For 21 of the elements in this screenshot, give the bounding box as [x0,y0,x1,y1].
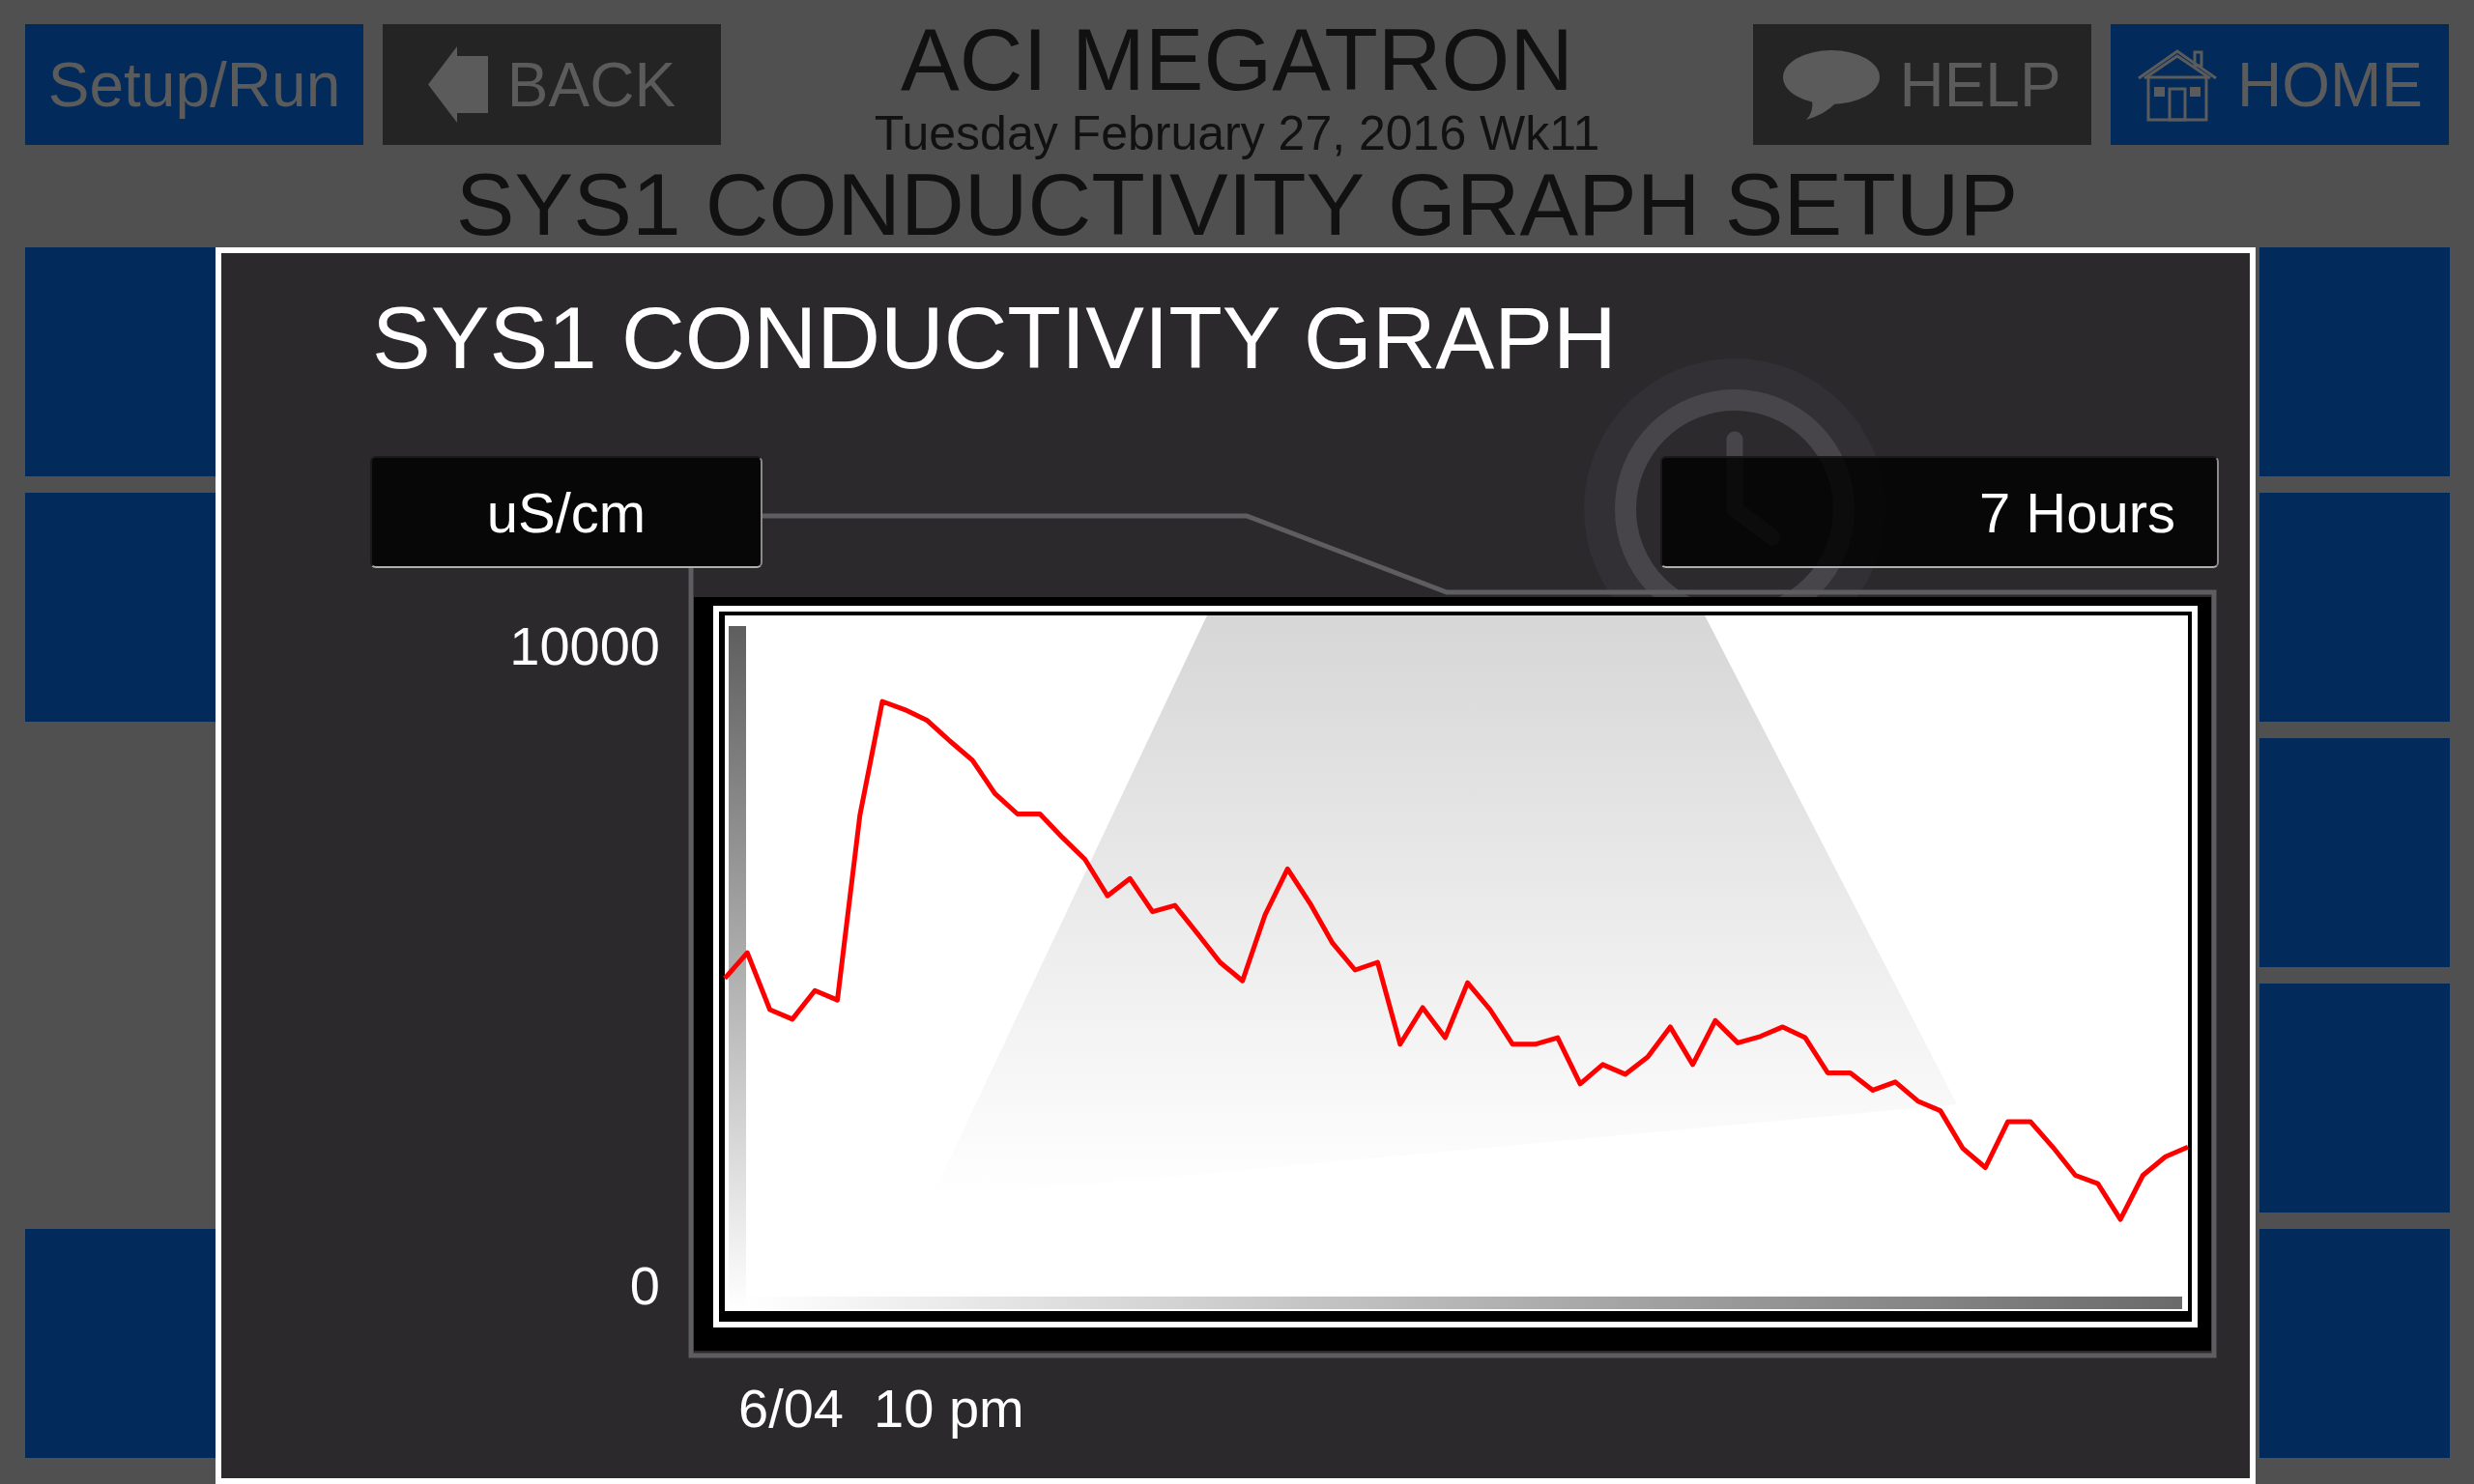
y-axis-label: 10000 [509,615,660,677]
unit-selector[interactable]: uS/cm [370,456,762,568]
house-icon [2137,47,2218,122]
dialog-title: SYS1 CONDUCTIVITY GRAPH [372,294,1617,382]
speech-bubble-icon [1783,49,1881,120]
side-button[interactable] [25,493,216,722]
side-button[interactable] [25,1229,216,1458]
y-axis-label: 0 [629,1255,660,1317]
home-button[interactable]: HOME [2111,24,2449,145]
arrow-left-icon [427,46,488,123]
side-button[interactable] [2259,738,2450,967]
side-button[interactable] [2259,493,2450,722]
time-range-selector[interactable]: 7 Hours [1660,456,2219,568]
time-label: 6/04 10 pm [738,1378,1024,1439]
side-button[interactable] [2259,984,2450,1213]
side-button[interactable] [2259,1229,2450,1458]
app-title: ACI MEGATRON [901,16,1573,103]
side-button[interactable] [25,247,216,476]
page-title: SYS1 CONDUCTIVITY GRAPH SETUP [455,162,2019,247]
setup-run-button[interactable]: Setup/Run [25,24,363,145]
side-button[interactable] [2259,247,2450,476]
